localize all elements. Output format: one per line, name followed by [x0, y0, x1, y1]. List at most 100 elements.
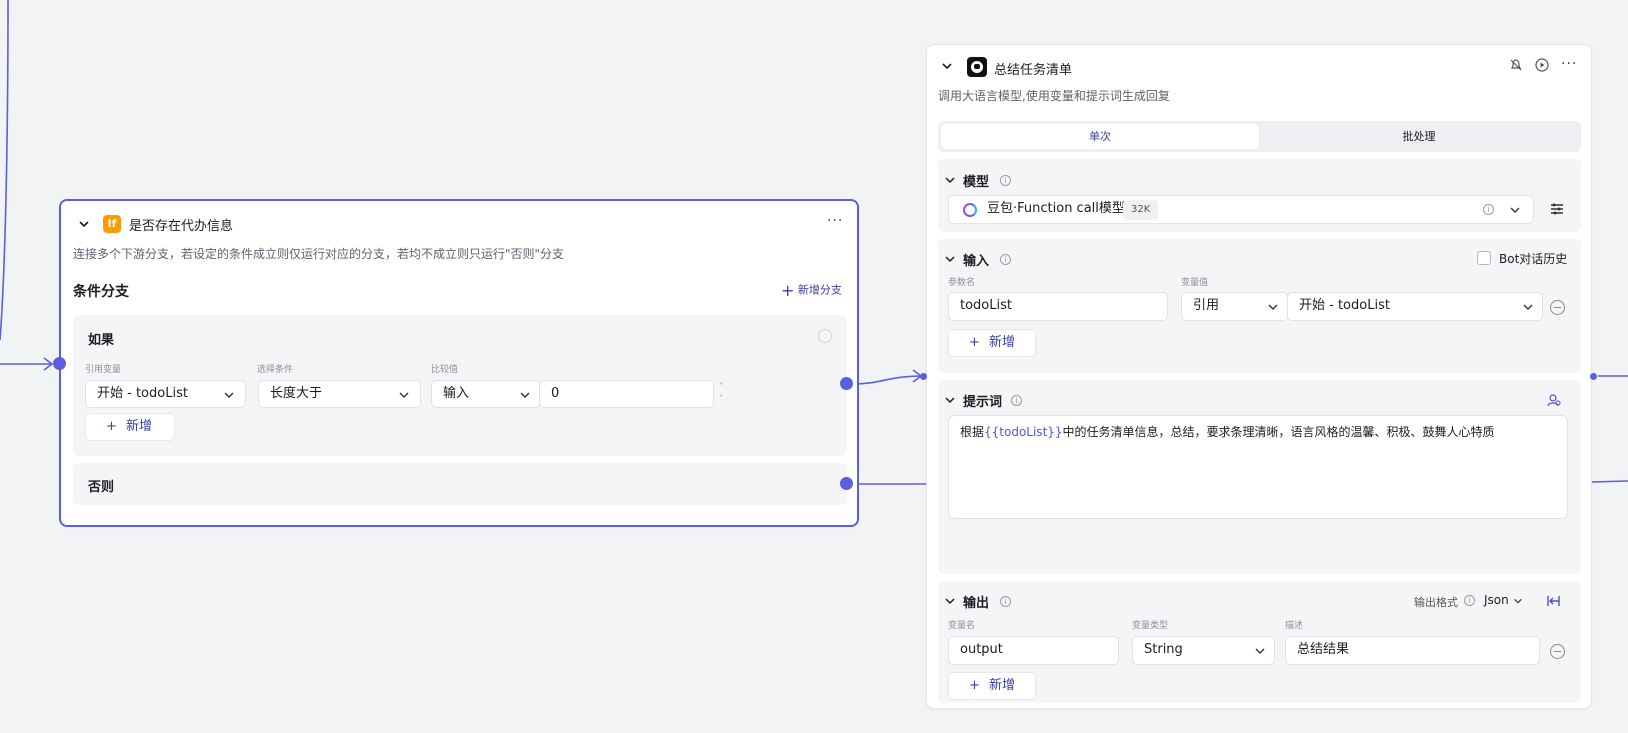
else-output-port[interactable] [840, 477, 853, 490]
output-name-input[interactable]: output [948, 636, 1119, 665]
compare-value-input[interactable]: 0 [539, 380, 714, 408]
chevron-down-icon [1510, 207, 1520, 213]
output-format-value: Json [1484, 593, 1509, 607]
col-condition: 选择条件 [257, 365, 294, 375]
output-title: 输出 [963, 596, 990, 611]
chevron-down-icon[interactable] [77, 217, 91, 231]
llm-node[interactable]: 总结任务清单 ··· 调用大语言模型,使用变量和提示词生成回复 单次 批处理 模… [926, 44, 1592, 709]
output-type-value: String [1144, 642, 1183, 657]
llm-icon [967, 57, 987, 77]
output-desc-input[interactable]: 总结结果 [1285, 636, 1540, 665]
settings-sliders-icon[interactable] [1550, 202, 1564, 216]
tab-batch[interactable]: 批处理 [1260, 124, 1578, 149]
plus-icon: + [969, 678, 980, 693]
output-type-select[interactable]: String [1132, 636, 1275, 665]
mode-tabs: 单次 批处理 [938, 121, 1581, 152]
ref-value: 开始 - todoList [1299, 298, 1390, 313]
chevron-down-icon[interactable] [944, 394, 956, 406]
node-title[interactable]: 总结任务清单 [994, 59, 1072, 78]
param-name-input[interactable]: todoList [948, 292, 1168, 321]
node-description: 调用大语言模型,使用变量和提示词生成回复 [938, 89, 1170, 103]
info-icon[interactable]: i [1000, 175, 1011, 186]
model-select[interactable]: 豆包·Function call模型 32K i [948, 195, 1534, 224]
chevron-down-icon [520, 392, 530, 398]
input-section: 输入 i Bot对话历史 参数名 变量值 todoList 引用 开始 - to… [938, 239, 1581, 373]
ref-type-value: 引用 [1193, 298, 1220, 313]
chevron-down-icon [1255, 648, 1265, 654]
ref-var-value: 开始 - todoList [97, 386, 188, 401]
prompt-suffix: 中的任务清单信息，总结，要求条理清晰，语言风格的温馨、积极、鼓舞人心特质 [1062, 425, 1495, 439]
if-output-port[interactable] [840, 377, 853, 390]
info-icon[interactable]: i [1483, 204, 1494, 215]
stepper-icon[interactable]: ˄ ˅ [719, 381, 723, 405]
compare-type-select[interactable]: 输入 [431, 380, 540, 408]
play-icon[interactable] [1535, 58, 1549, 72]
add-input-button[interactable]: + 新增 [948, 329, 1036, 357]
add-label: 新增 [989, 335, 1016, 350]
prompt-section: 提示词 i 根据{{todoList}}中的任务清单信息，总结，要求条理清晰，语… [938, 380, 1581, 574]
remove-param-icon[interactable] [1550, 300, 1565, 315]
ref-value-select[interactable]: 开始 - todoList [1287, 292, 1543, 321]
add-label: 新增 [126, 419, 153, 434]
col-compare: 比较值 [431, 365, 459, 375]
prompt-variable: {{todoList}} [984, 425, 1063, 439]
output-format-select[interactable]: Json [1484, 593, 1523, 607]
more-icon[interactable]: ··· [827, 213, 843, 229]
chevron-down-icon[interactable] [944, 174, 956, 186]
prompt-title: 提示词 [963, 395, 1003, 410]
plus-icon: + [106, 419, 117, 434]
if-icon: If [103, 215, 121, 233]
add-output-button[interactable]: + 新增 [948, 672, 1036, 700]
remove-output-icon[interactable] [1550, 644, 1565, 659]
compare-value: 0 [551, 386, 560, 401]
else-branch: 否则 [73, 463, 847, 505]
col-var-type: 变量类型 [1132, 621, 1169, 631]
output-format-label: 输出格式 [1414, 596, 1458, 609]
chevron-down-icon[interactable] [944, 595, 956, 607]
else-label: 否则 [88, 480, 115, 495]
chevron-down-icon [1523, 304, 1533, 310]
compare-type-value: 输入 [443, 386, 470, 401]
chevron-down-icon[interactable] [940, 59, 954, 73]
condition-node[interactable]: If 是否存在代办信息 ··· 连接多个下游分支，若设定的条件成立则仅运行对应的… [59, 199, 859, 527]
chevron-down-icon [224, 392, 234, 398]
condition-select[interactable]: 长度大于 [258, 380, 421, 408]
doubao-icon [963, 203, 977, 217]
bell-off-icon[interactable] [1509, 58, 1523, 72]
add-label: 新增 [989, 678, 1016, 693]
col-var-value: 变量值 [1181, 278, 1209, 288]
chevron-down-icon [399, 392, 409, 398]
if-branch: 如果 引用变量 选择条件 比较值 开始 - todoList 长度大于 输入 0… [73, 315, 847, 456]
bot-history-label: Bot对话历史 [1499, 252, 1568, 266]
remove-branch-icon[interactable] [818, 329, 832, 343]
info-icon[interactable]: i [1464, 595, 1475, 606]
collapse-output-icon[interactable] [1547, 594, 1561, 608]
model-name: 豆包·Function call模型 [987, 201, 1125, 216]
prompt-editor[interactable]: 根据{{todoList}}中的任务清单信息，总结，要求条理清晰，语言风格的温馨… [948, 415, 1568, 519]
input-title: 输入 [963, 254, 990, 269]
prompt-prefix: 根据 [960, 425, 985, 439]
col-param-name: 参数名 [948, 278, 976, 288]
add-branch-label: 新增分支 [797, 283, 842, 297]
output-desc-value: 总结结果 [1297, 642, 1350, 657]
info-icon[interactable]: i [1000, 254, 1011, 265]
llm-output-port[interactable] [1590, 373, 1597, 380]
model-section: 模型 i 豆包·Function call模型 32K i [938, 159, 1581, 232]
more-icon[interactable]: ··· [1561, 56, 1577, 72]
info-icon[interactable]: i [1011, 395, 1022, 406]
chevron-down-icon[interactable] [944, 253, 956, 265]
ref-var-select[interactable]: 开始 - todoList [85, 380, 246, 408]
add-condition-button[interactable]: + 新增 [85, 413, 175, 441]
node-title[interactable]: 是否存在代办信息 [129, 215, 233, 234]
input-port[interactable] [53, 357, 66, 370]
col-var-name: 变量名 [948, 621, 976, 631]
ref-type-select[interactable]: 引用 [1181, 292, 1288, 321]
add-branch-button[interactable]: + 新增分支 [781, 281, 842, 300]
tab-single[interactable]: 单次 [941, 124, 1259, 149]
llm-input-port[interactable] [920, 373, 927, 380]
plus-icon: + [781, 281, 795, 300]
user-settings-icon[interactable] [1547, 393, 1561, 407]
info-icon[interactable]: i [1000, 596, 1011, 607]
col-desc: 描述 [1285, 621, 1304, 631]
bot-history-checkbox[interactable] [1477, 251, 1491, 265]
